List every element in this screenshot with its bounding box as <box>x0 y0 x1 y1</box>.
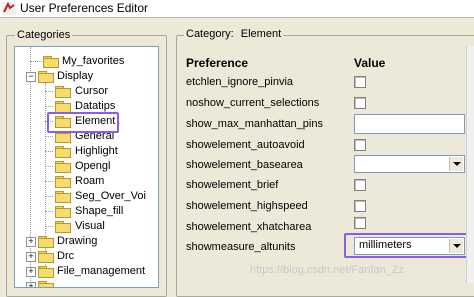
showelement-highspeed-checkbox[interactable] <box>354 200 366 212</box>
tree-item-file-management[interactable]: + File_management <box>15 264 158 279</box>
folder-icon <box>55 86 71 98</box>
tree-branch <box>45 181 53 182</box>
folder-icon <box>38 236 54 248</box>
show-max-manhattan-pins-input[interactable] <box>354 114 465 134</box>
tree-item-label: Highlight <box>75 145 118 157</box>
categories-label: Categories <box>15 28 73 42</box>
app-icon <box>2 2 16 15</box>
pref-name: showelement_autoavoid <box>186 139 305 151</box>
tree-item-drawing[interactable]: + Drawing <box>15 234 158 249</box>
tree-item-cursor[interactable]: Cursor <box>15 84 158 99</box>
tree-item-display[interactable]: − Display <box>15 69 158 84</box>
pref-name: showelement_highspeed <box>186 200 308 212</box>
tree-item-label: Roam <box>75 175 105 187</box>
vertical-scrollbar[interactable] <box>466 46 474 283</box>
tree-branch <box>45 136 53 137</box>
tree-item-partial: + <box>15 279 158 287</box>
category-heading: Category: Element <box>184 28 284 40</box>
pref-name: showmeasure_altunits <box>186 241 296 253</box>
altunits-highlight-box <box>344 233 471 258</box>
folder-icon <box>38 251 54 263</box>
value-column-header: Value <box>354 56 386 70</box>
tree-item-my-favorites[interactable]: My_favorites <box>15 54 158 69</box>
folder-icon <box>55 176 71 188</box>
expand-icon[interactable]: + <box>26 267 36 277</box>
folder-icon <box>55 161 71 173</box>
folder-icon <box>38 281 54 287</box>
tree-item-label: File_management <box>57 265 146 277</box>
tree-item-highlight[interactable]: Highlight <box>15 144 158 159</box>
tree-item-label: Opengl <box>75 160 111 172</box>
tree-branch <box>45 196 53 197</box>
tree-item-label: Drc <box>57 250 75 262</box>
tree-item-label: Drawing <box>57 235 98 247</box>
tree-branch <box>45 226 53 227</box>
tree-item-label: Visual <box>75 220 105 232</box>
showelement-xhatcharea-checkbox[interactable] <box>354 217 366 229</box>
tree-item-opengl[interactable]: Opengl <box>15 159 158 174</box>
category-label: Category: <box>186 28 234 40</box>
tree-item-drc[interactable]: + Drc <box>15 249 158 264</box>
expand-icon[interactable]: + <box>26 252 36 262</box>
tree-item-roam[interactable]: Roam <box>15 174 158 189</box>
folder-icon <box>55 191 71 203</box>
pref-name: show_max_manhattan_pins <box>186 118 323 130</box>
pref-name: showelement_xhatcharea <box>186 221 312 233</box>
folder-icon <box>55 101 71 113</box>
tree-branch <box>45 91 53 92</box>
tree-item-visual[interactable]: Visual <box>15 219 158 234</box>
category-value: Element <box>240 28 282 40</box>
collapse-icon[interactable]: − <box>26 72 36 82</box>
tree-branch <box>45 151 53 152</box>
category-tree[interactable]: My_favorites − Display Cursor Datatips E… <box>14 46 159 288</box>
dropdown-arrow-icon[interactable] <box>449 157 463 171</box>
noshow-current-selections-checkbox[interactable] <box>354 97 366 109</box>
tree-branch <box>45 166 53 167</box>
tree-item-label: Shape_fill <box>75 205 124 217</box>
element-highlight-box <box>47 112 119 133</box>
folder-icon <box>55 221 71 233</box>
window-title: User Preferences Editor <box>20 1 149 15</box>
showelement-autoavoid-checkbox[interactable] <box>354 139 366 151</box>
open-folder-icon <box>38 71 54 83</box>
tree-branch <box>30 61 42 62</box>
etchlen-ignore-pinvia-checkbox[interactable] <box>354 76 366 88</box>
tree-item-shape-fill[interactable]: Shape_fill <box>15 204 158 219</box>
folder-icon <box>55 206 71 218</box>
pref-name: showelement_basearea <box>186 159 303 171</box>
tree-item-label: My_favorites <box>62 55 125 67</box>
folder-icon <box>38 266 54 278</box>
pref-name: noshow_current_selections <box>186 97 320 109</box>
folder-icon <box>55 146 71 158</box>
tree-branch <box>45 211 53 212</box>
tree-item-seg-over-voi[interactable]: Seg_Over_Voi <box>15 189 158 204</box>
watermark: https://blog.csdn.net/Fanfan_Zz <box>250 264 405 276</box>
tree-item-label: Display <box>57 70 94 82</box>
folder-icon <box>43 56 59 68</box>
tree-item-label: Cursor <box>75 85 109 97</box>
showelement-basearea-select[interactable] <box>354 155 465 173</box>
pref-name: etchlen_ignore_pinvia <box>186 76 294 88</box>
tree-branch <box>45 106 53 107</box>
preference-column-header: Preference <box>186 56 249 70</box>
showelement-brief-checkbox[interactable] <box>354 179 366 191</box>
expand-icon[interactable]: + <box>26 237 36 247</box>
pref-name: showelement_brief <box>186 179 279 191</box>
tree-item-label: Seg_Over_Voi <box>75 190 146 202</box>
title-bar: User Preferences Editor <box>0 0 474 18</box>
